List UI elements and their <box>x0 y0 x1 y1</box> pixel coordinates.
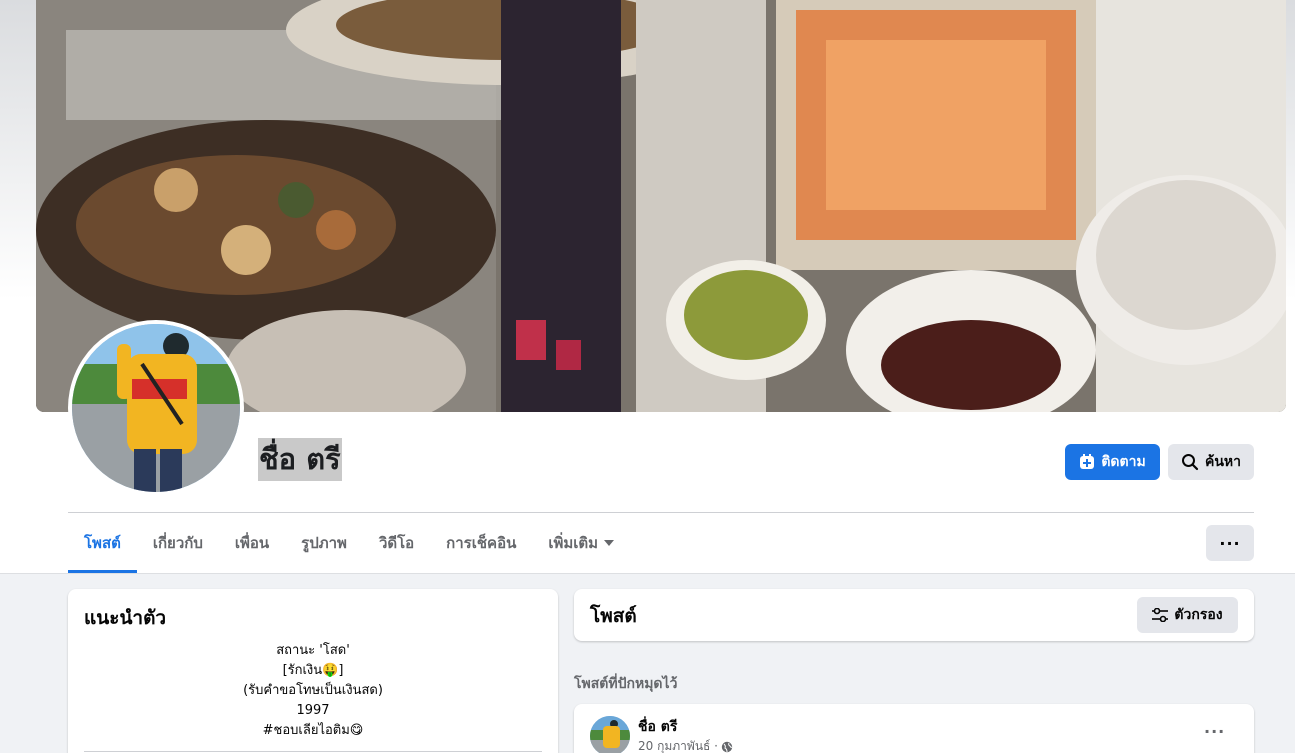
intro-title: แนะนำตัว <box>84 607 167 629</box>
page-separator <box>0 573 1295 574</box>
tab-more[interactable]: เพิ่มเติม <box>532 513 630 573</box>
posts-header-card: โพสต์ ตัวกรอง <box>574 589 1254 641</box>
posts-title: โพสต์ <box>590 605 637 627</box>
bio-line: สถานะ 'โสด' <box>276 643 350 658</box>
post-more-options-button[interactable]: ··· <box>1204 722 1225 741</box>
profile-tabs: โพสต์ เกี่ยวกับ เพื่อน รูปภาพ วิดีโอ การ… <box>68 513 630 573</box>
cover-photo[interactable] <box>36 0 1286 412</box>
tab-checkins[interactable]: การเช็คอิน <box>430 513 532 573</box>
search-button-label: ค้นหา <box>1204 454 1242 470</box>
tab-videos[interactable]: วิดีโอ <box>363 513 430 573</box>
pinned-posts-label: โพสต์ที่ปักหมุดไว้ <box>574 676 678 692</box>
profile-name: ชื่อ ตรี <box>258 438 342 481</box>
tab-more-label: เพิ่มเติม <box>548 534 599 552</box>
follow-button[interactable]: ติดตาม <box>1065 444 1160 480</box>
post-meta: 20 กุมภาพันธ์ · <box>638 737 733 753</box>
post-author-avatar-image <box>590 716 630 753</box>
bio-line: (รับคำขอโทษเป็นเงินสด) <box>243 683 383 698</box>
filter-button-label: ตัวกรอง <box>1174 607 1223 623</box>
tab-about-label: เกี่ยวกับ <box>152 534 203 552</box>
pinned-post-card: ชื่อ ตรี 20 กุมภาพันธ์ · ··· <box>574 704 1254 753</box>
search-icon <box>1181 454 1199 471</box>
filter-sliders-icon <box>1152 608 1169 622</box>
intro-bio: สถานะ 'โสด' [รักเงิน🤑] (รับคำขอโทษเป็นเง… <box>84 641 542 741</box>
filter-button[interactable]: ตัวกรอง <box>1137 597 1238 633</box>
tab-friends-label: เพื่อน <box>234 534 270 552</box>
post-date[interactable]: 20 กุมภาพันธ์ · <box>638 737 718 753</box>
bio-line: #ชอบเลียไอติม😋 <box>262 723 364 738</box>
profile-more-options-button[interactable]: ··· <box>1206 525 1254 561</box>
post-more-dots-label: ··· <box>1204 722 1226 741</box>
tab-checkins-label: การเช็คอิน <box>446 534 517 552</box>
post-author-name[interactable]: ชื่อ ตรี <box>638 716 677 738</box>
tab-videos-label: วิดีโอ <box>378 534 415 552</box>
tab-posts-label: โพสต์ <box>84 534 121 552</box>
profile-avatar-image <box>72 324 240 492</box>
follow-plus-icon <box>1080 454 1095 469</box>
tab-photos[interactable]: รูปภาพ <box>285 513 363 573</box>
bio-line: [รักเงิน🤑] <box>282 663 344 678</box>
follow-button-label: ติดตาม <box>1101 454 1146 470</box>
intro-card: แนะนำตัว สถานะ 'โสด' [รักเงิน🤑] (รับคำขอ… <box>68 589 558 753</box>
cover-photo-image <box>36 0 1286 412</box>
tab-photos-label: รูปภาพ <box>301 534 347 552</box>
caret-down-icon <box>604 540 615 546</box>
search-button[interactable]: ค้นหา <box>1168 444 1254 480</box>
tab-friends[interactable]: เพื่อน <box>219 513 285 573</box>
bio-line: 1997 <box>296 703 330 718</box>
post-author-avatar[interactable] <box>590 716 630 753</box>
tab-about[interactable]: เกี่ยวกับ <box>137 513 219 573</box>
more-dots-label: ··· <box>1219 533 1241 553</box>
globe-icon <box>721 741 733 752</box>
intro-divider <box>84 751 542 752</box>
tab-posts[interactable]: โพสต์ <box>68 513 137 573</box>
profile-avatar[interactable] <box>68 320 244 496</box>
